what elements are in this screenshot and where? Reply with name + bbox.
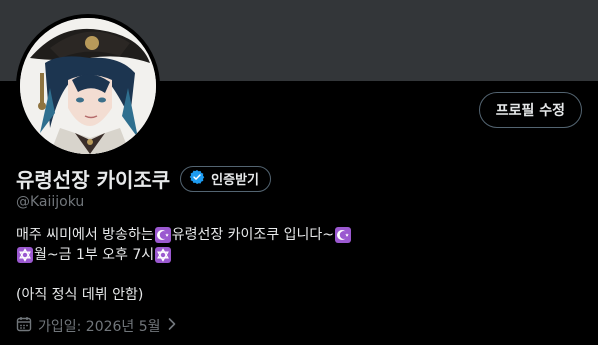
join-date-text: 가입일: 2026년 5월 [38,319,161,335]
get-verified-label: 인증받기 [211,173,260,188]
verified-badge-icon [189,169,205,189]
edit-profile-button[interactable]: 프로필 수정 [478,92,582,128]
bio-text: 매주 씨미에서 방송하는 [16,227,154,243]
display-name: 유령선장 카이조쿠 [16,168,171,192]
profile-avatar[interactable] [16,14,160,158]
bio-note: (아직 정식 데뷔 안함) [16,287,144,303]
profile-bio: 매주 씨미에서 방송하는 유령선장 카이조쿠 입니다~ 월~금 1부 오후 7시 [16,225,352,305]
star-and-crescent-emoji [335,227,352,243]
star-of-david-emoji [17,247,33,263]
user-handle: @Kaiijoku [16,194,85,210]
name-row: 유령선장 카이조쿠 인증받기 [16,164,272,193]
star-of-david-emoji [155,247,172,263]
bio-blank-line [16,265,352,285]
avatar-illustration [20,18,156,154]
chevron-right-icon [167,317,177,335]
bio-line-1: 매주 씨미에서 방송하는 유령선장 카이조쿠 입니다~ [16,225,352,245]
calendar-icon [16,316,32,336]
bio-line-3: (아직 정식 데뷔 안함) [16,285,352,305]
bio-schedule: 월~금 1부 오후 7시 [34,247,155,263]
bio-channel-name: 유령선장 카이조쿠 입니다~ [171,227,335,243]
join-date[interactable]: 가입일: 2026년 5월 [16,316,177,336]
get-verified-button[interactable]: 인증받기 [180,165,272,192]
star-and-crescent-emoji [154,227,171,243]
bio-line-2: 월~금 1부 오후 7시 [16,245,352,265]
